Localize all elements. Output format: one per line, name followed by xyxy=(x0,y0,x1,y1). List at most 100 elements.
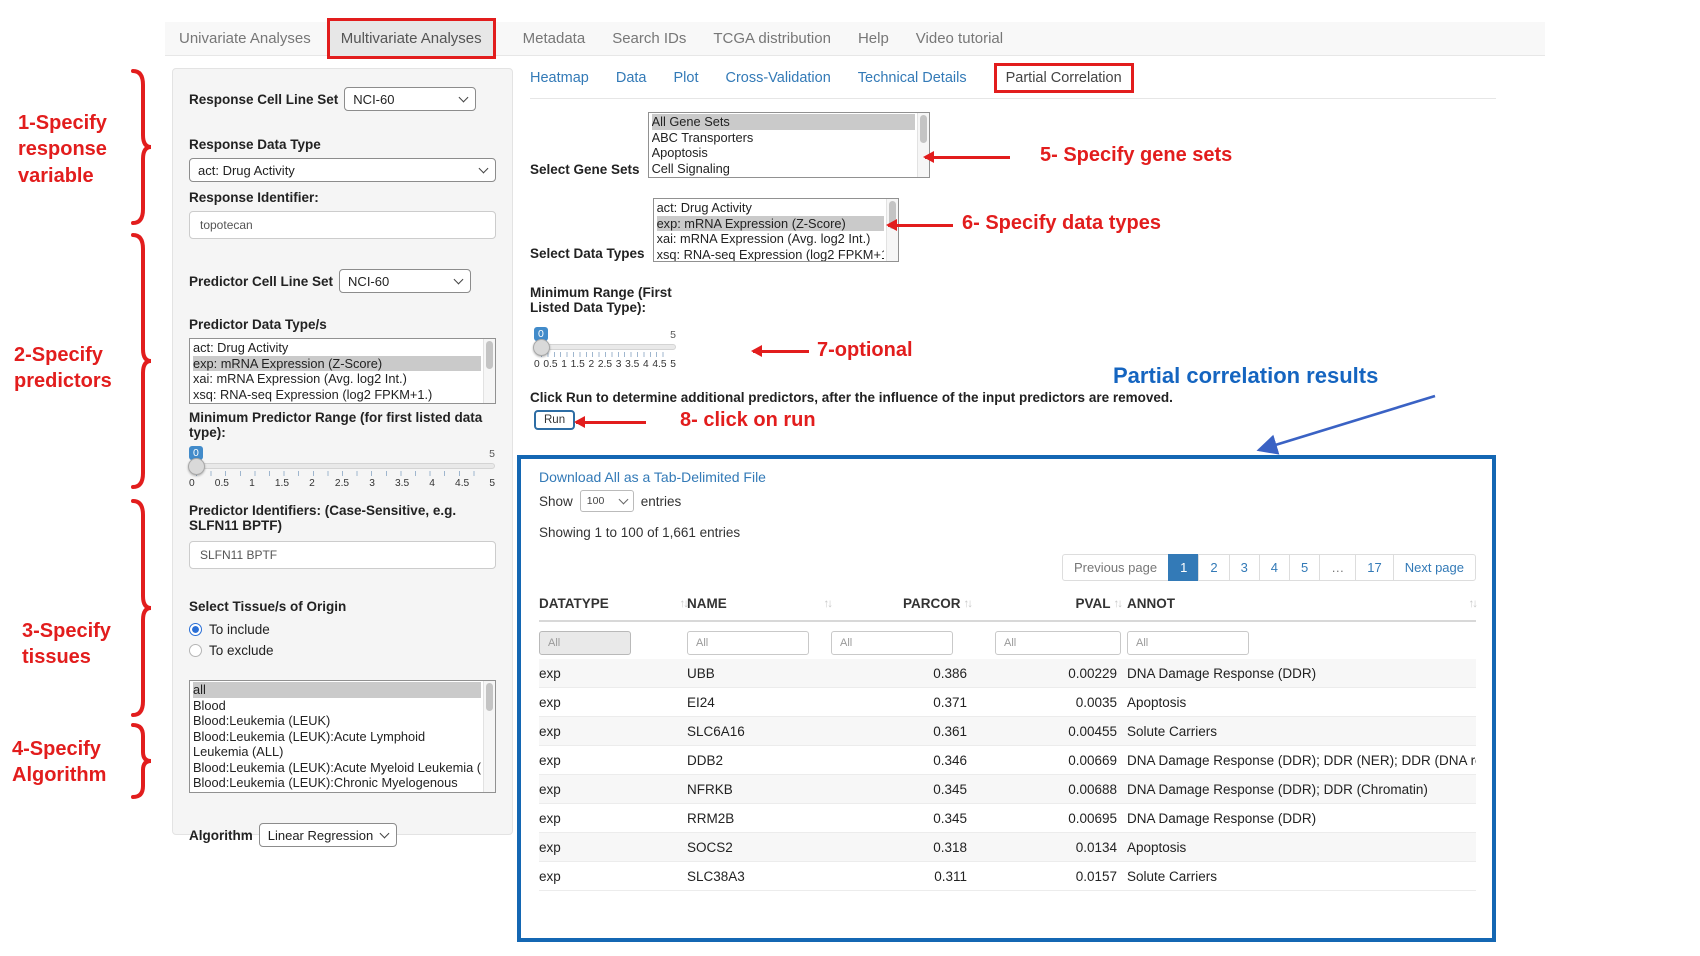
sort-icon[interactable]: ↑↓ xyxy=(824,598,832,610)
filter-datatype-input[interactable] xyxy=(539,631,631,655)
list-option-selected[interactable]: exp: mRNA Expression (Z-Score) xyxy=(657,216,884,232)
min-range-slider: 0 5 0 0.5 1 1.5 2 2.5 3 3.5 4 4.5 5 xyxy=(534,325,676,370)
tick-label: 1 xyxy=(249,478,255,489)
predictor-identifiers-input[interactable] xyxy=(189,541,496,569)
page-button-1[interactable]: 1 xyxy=(1168,554,1199,581)
list-option[interactable]: xai: mRNA Expression (Avg. log2 Int.) xyxy=(193,371,481,387)
blue-arrow-icon xyxy=(1243,392,1443,458)
bracket-icon xyxy=(126,722,154,800)
cell-name: UBB xyxy=(687,666,831,681)
cell-annot: DNA Damage Response (DDR); DDR (Chromati… xyxy=(1121,782,1476,797)
list-option[interactable]: Blood:Leukemia (LEUK) xyxy=(193,713,481,729)
predictor-data-types-label: Predictor Data Type/s xyxy=(189,317,496,332)
tab-partial-correlation[interactable]: Partial Correlation xyxy=(994,63,1134,93)
filter-name-input[interactable] xyxy=(687,631,809,655)
scrollbar[interactable] xyxy=(483,339,495,403)
scrollbar-thumb[interactable] xyxy=(486,683,493,711)
tab-heatmap[interactable]: Heatmap xyxy=(530,70,589,86)
nav-help[interactable]: Help xyxy=(858,30,889,47)
list-option[interactable]: Blood:Leukemia (LEUK):Acute Myeloid Leuk… xyxy=(193,760,481,776)
tab-plot[interactable]: Plot xyxy=(673,70,698,86)
response-identifier-input[interactable] xyxy=(189,211,496,239)
table-row: exp SLC6A16 0.361 0.00455 Solute Carrier… xyxy=(539,717,1476,746)
min-predictor-range-label: Minimum Predictor Range (for first liste… xyxy=(189,410,496,440)
show-entries-select[interactable]: 100 xyxy=(580,490,634,512)
nav-univariate-analyses[interactable]: Univariate Analyses xyxy=(179,30,311,47)
cell-annot: DNA Damage Response (DDR); DDR (NER); DD… xyxy=(1121,753,1476,768)
nav-video-tutorial[interactable]: Video tutorial xyxy=(916,30,1003,47)
list-option[interactable]: Blood:Leukemia (LEUK):Chronic Myelogenou… xyxy=(193,775,481,793)
sort-icon[interactable]: ↑↓ xyxy=(680,598,688,610)
page-button-3[interactable]: 3 xyxy=(1229,554,1260,581)
page-button-17[interactable]: 17 xyxy=(1355,554,1393,581)
tick-label: 4.5 xyxy=(455,478,469,489)
scrollbar[interactable] xyxy=(917,113,929,177)
list-option-selected[interactable]: exp: mRNA Expression (Z-Score) xyxy=(193,356,481,372)
cell-annot: Apoptosis xyxy=(1121,840,1476,855)
list-option-selected[interactable]: All Gene Sets xyxy=(652,114,915,130)
sort-icon[interactable]: ↑↓ xyxy=(1469,598,1477,610)
radio-unselected-icon[interactable] xyxy=(189,644,202,657)
annotation-step4: 4-Specify Algorithm xyxy=(12,736,142,789)
run-button[interactable]: Run xyxy=(534,410,575,430)
list-option[interactable]: xai: mRNA Expression (Avg. log2 Int.) xyxy=(657,231,884,247)
filter-annot-input[interactable] xyxy=(1127,631,1249,655)
scrollbar[interactable] xyxy=(483,681,495,792)
cell-parcor: 0.345 xyxy=(831,811,971,826)
chevron-down-icon xyxy=(454,275,464,285)
cell-annot: Solute Carriers xyxy=(1121,869,1476,884)
tissue-include-option[interactable]: To include xyxy=(189,622,496,637)
tick-label: 3.5 xyxy=(625,359,639,370)
list-option[interactable]: xsq: RNA-seq Expression (log2 FPKM+1.) xyxy=(657,247,884,263)
list-option[interactable]: Blood xyxy=(193,698,481,714)
tab-cross-validation[interactable]: Cross-Validation xyxy=(725,70,830,86)
scrollbar-thumb[interactable] xyxy=(486,341,493,369)
page-button-4[interactable]: 4 xyxy=(1259,554,1290,581)
list-option[interactable]: xsq: RNA-seq Expression (log2 FPKM+1.) xyxy=(193,387,481,403)
list-option[interactable]: act: Drug Activity xyxy=(193,340,481,356)
radio-selected-icon[interactable] xyxy=(189,623,202,636)
results-tabs: Heatmap Data Plot Cross-Validation Techn… xyxy=(530,70,1496,99)
page-button-5[interactable]: 5 xyxy=(1289,554,1320,581)
nav-multivariate-analyses[interactable]: Multivariate Analyses xyxy=(327,18,496,59)
response-data-type-select[interactable]: act: Drug Activity xyxy=(189,158,496,182)
response-cell-line-select[interactable]: NCI-60 xyxy=(344,87,476,111)
nav-tcga-distribution[interactable]: TCGA distribution xyxy=(713,30,831,47)
nav-metadata[interactable]: Metadata xyxy=(523,30,586,47)
table-filter-row xyxy=(539,631,1476,655)
tab-data[interactable]: Data xyxy=(616,70,647,86)
algorithm-select[interactable]: Linear Regression xyxy=(259,823,398,847)
predictor-cell-line-select[interactable]: NCI-60 xyxy=(339,269,471,293)
tissue-exclude-option[interactable]: To exclude xyxy=(189,643,496,658)
scrollbar-thumb[interactable] xyxy=(920,115,927,143)
filter-pval-input[interactable] xyxy=(995,631,1121,655)
sort-icon[interactable]: ↑↓ xyxy=(964,598,972,610)
page-button-2[interactable]: 2 xyxy=(1198,554,1229,581)
tab-technical-details[interactable]: Technical Details xyxy=(858,70,967,86)
pagination-ellipsis: … xyxy=(1319,554,1356,581)
previous-page-button[interactable]: Previous page xyxy=(1062,554,1169,581)
download-all-link[interactable]: Download All as a Tab-Delimited File xyxy=(539,469,1476,485)
cell-name: SLC6A16 xyxy=(687,724,831,739)
cell-pval: 0.00455 xyxy=(971,724,1121,739)
tick-label: 2.5 xyxy=(598,359,612,370)
slider-handle[interactable] xyxy=(188,458,205,475)
next-page-button[interactable]: Next page xyxy=(1393,554,1476,581)
nav-search-ids[interactable]: Search IDs xyxy=(612,30,686,47)
list-option[interactable]: Apoptosis xyxy=(652,145,915,161)
list-option-selected[interactable]: all xyxy=(193,682,481,698)
gene-sets-listbox: All Gene Sets ABC Transporters Apoptosis… xyxy=(648,112,930,178)
data-types-group: Select Data Types act: Drug Activity exp… xyxy=(530,198,899,262)
list-option[interactable]: Cell Signaling xyxy=(652,161,915,177)
list-option[interactable]: act: Drug Activity xyxy=(657,200,884,216)
showing-entries-text: Showing 1 to 100 of 1,661 entries xyxy=(539,525,1476,540)
filter-parcor-input[interactable] xyxy=(831,631,953,655)
tick-label: 3 xyxy=(369,478,375,489)
list-option[interactable]: Blood:Leukemia (LEUK):Acute Lymphoid Leu… xyxy=(193,729,481,760)
list-option[interactable]: ABC Transporters xyxy=(652,130,915,146)
sort-icon[interactable]: ↑↓ xyxy=(1114,598,1122,610)
tick-label: 1.5 xyxy=(275,478,289,489)
cell-datatype: exp xyxy=(539,695,687,710)
table-row: exp RRM2B 0.345 0.00695 DNA Damage Respo… xyxy=(539,804,1476,833)
slider-handle[interactable] xyxy=(533,339,550,356)
